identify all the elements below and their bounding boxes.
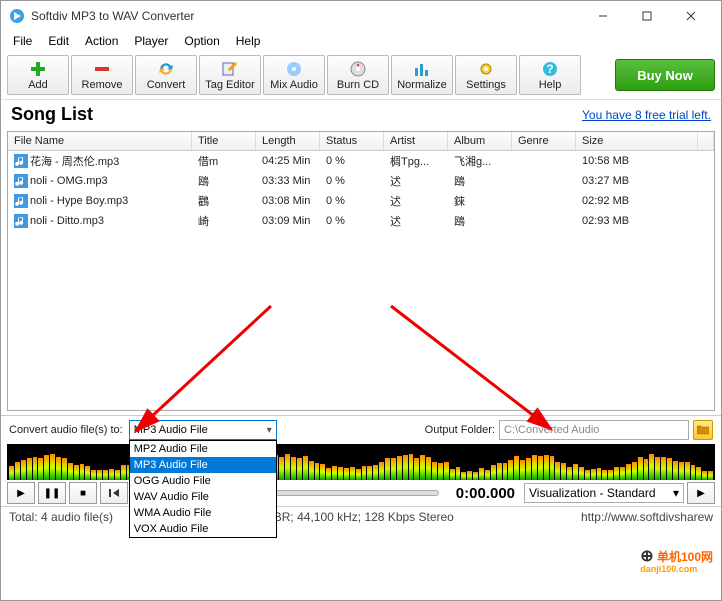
col-album[interactable]: Album	[448, 132, 512, 150]
col-spacer	[698, 132, 714, 150]
pencil-icon	[221, 60, 239, 78]
music-file-icon	[14, 194, 28, 208]
minimize-button[interactable]	[581, 1, 625, 31]
table-row[interactable]: 花海 - 周杰伦.mp3借m04:25 Min0 %椆Tpg...飞湘g...1…	[8, 151, 714, 171]
col-size[interactable]: Size	[576, 132, 698, 150]
menu-edit[interactable]: Edit	[42, 33, 75, 49]
player-bar: ▶ ❚❚ ■ 0:00.000 Visualization - Standard…	[1, 480, 721, 506]
song-list-header: Song List You have 8 free trial left.	[1, 100, 721, 129]
titlebar: Softdiv MP3 to WAV Converter	[1, 1, 721, 31]
convert-button[interactable]: Convert	[135, 55, 197, 95]
burn-cd-button[interactable]: Burn CD	[327, 55, 389, 95]
menu-help[interactable]: Help	[230, 33, 267, 49]
stop-button[interactable]: ■	[69, 482, 97, 504]
song-list-title: Song List	[11, 104, 93, 125]
play-button[interactable]: ▶	[7, 482, 35, 504]
col-genre[interactable]: Genre	[512, 132, 576, 150]
disc-icon	[285, 60, 303, 78]
format-option[interactable]: MP3 Audio File	[130, 457, 276, 473]
status-bar: Total: 4 audio file(s) Quality: MP3 CBR;…	[1, 506, 721, 527]
cycle-icon	[157, 60, 175, 78]
col-status[interactable]: Status	[320, 132, 384, 150]
music-file-icon	[14, 174, 28, 188]
visualization-select[interactable]: Visualization - Standard▾	[524, 483, 684, 503]
pause-button[interactable]: ❚❚	[38, 482, 66, 504]
buy-now-button[interactable]: Buy Now	[615, 59, 715, 91]
format-selected[interactable]: MP3 Audio File	[129, 420, 277, 440]
format-dropdown: MP2 Audio FileMP3 Audio FileOGG Audio Fi…	[129, 440, 277, 538]
folder-icon	[697, 425, 709, 435]
table-row[interactable]: noli - Ditto.mp3崎03:09 Min0 %迖鴎02:93 MB	[8, 211, 714, 231]
table-row[interactable]: noli - OMG.mp3鴎03:33 Min0 %迖鴎03:27 MB	[8, 171, 714, 191]
watermark: ⊕ 单机100网danji100.com	[640, 546, 713, 574]
output-folder-input[interactable]	[499, 420, 689, 440]
format-option[interactable]: OGG Audio File	[130, 473, 276, 489]
convert-to-label: Convert audio file(s) to:	[9, 424, 123, 436]
plus-icon	[29, 60, 47, 78]
visualizer	[7, 444, 715, 480]
trial-link[interactable]: You have 8 free trial left.	[582, 108, 711, 122]
app-icon	[9, 8, 25, 24]
format-option[interactable]: VOX Audio File	[130, 521, 276, 537]
equalizer-icon	[413, 60, 431, 78]
list-header: File Name Title Length Status Artist Alb…	[8, 132, 714, 151]
help-icon: ?	[541, 60, 559, 78]
normalize-button[interactable]: Normalize	[391, 55, 453, 95]
menubar: File Edit Action Player Option Help	[1, 31, 721, 51]
col-length[interactable]: Length	[256, 132, 320, 150]
minus-icon	[93, 60, 111, 78]
vis-next-button[interactable]: ▶	[687, 482, 715, 504]
help-button[interactable]: ?Help	[519, 55, 581, 95]
remove-button[interactable]: Remove	[71, 55, 133, 95]
music-file-icon	[14, 214, 28, 228]
menu-option[interactable]: Option	[178, 33, 225, 49]
output-folder-label: Output Folder:	[425, 424, 495, 436]
svg-text:?: ?	[546, 62, 553, 76]
add-button[interactable]: Add	[7, 55, 69, 95]
window-title: Softdiv MP3 to WAV Converter	[31, 9, 581, 23]
music-file-icon	[14, 154, 28, 168]
toolbar: Add Remove Convert Tag Editor Mix Audio …	[1, 51, 721, 100]
col-artist[interactable]: Artist	[384, 132, 448, 150]
format-option[interactable]: WMA Audio File	[130, 505, 276, 521]
maximize-button[interactable]	[625, 1, 669, 31]
convert-bar: Convert audio file(s) to: MP3 Audio File…	[1, 415, 721, 444]
status-url: http://www.softdivsharew	[581, 510, 713, 524]
browse-folder-button[interactable]	[693, 420, 713, 440]
settings-button[interactable]: Settings	[455, 55, 517, 95]
col-filename[interactable]: File Name	[8, 132, 192, 150]
close-button[interactable]	[669, 1, 713, 31]
menu-action[interactable]: Action	[79, 33, 124, 49]
cd-icon	[349, 60, 367, 78]
menu-file[interactable]: File	[7, 33, 38, 49]
gear-icon	[477, 60, 495, 78]
mix-audio-button[interactable]: Mix Audio	[263, 55, 325, 95]
format-combo[interactable]: MP3 Audio File MP2 Audio FileMP3 Audio F…	[129, 420, 277, 440]
format-option[interactable]: WAV Audio File	[130, 489, 276, 505]
col-title[interactable]: Title	[192, 132, 256, 150]
timecode: 0:00.000	[456, 485, 515, 502]
file-list: File Name Title Length Status Artist Alb…	[7, 131, 715, 411]
table-row[interactable]: noli - Hype Boy.mp3鸛03:08 Min0 %迖錸02:92 …	[8, 191, 714, 211]
status-total: Total: 4 audio file(s)	[9, 510, 113, 524]
menu-player[interactable]: Player	[128, 33, 174, 49]
format-option[interactable]: MP2 Audio File	[130, 441, 276, 457]
prev-button[interactable]	[100, 482, 128, 504]
tag-editor-button[interactable]: Tag Editor	[199, 55, 261, 95]
